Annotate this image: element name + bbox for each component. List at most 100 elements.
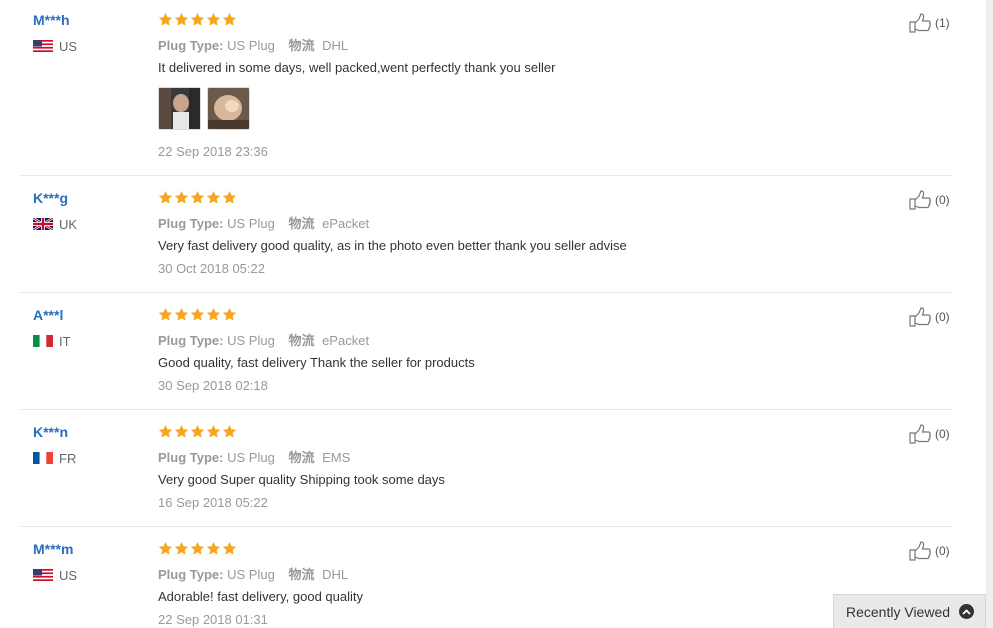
review-text: Very good Super quality Shipping took so… — [158, 472, 445, 487]
plug-type-value: US Plug — [227, 216, 275, 231]
star-icon — [222, 307, 237, 321]
plug-type-value: US Plug — [227, 333, 275, 348]
scrollbar-track[interactable] — [986, 0, 993, 628]
us-flag-icon — [33, 40, 53, 52]
star-icon — [206, 307, 221, 321]
star-icon — [190, 424, 205, 438]
star-icon — [222, 12, 237, 26]
france-flag-icon — [33, 452, 53, 464]
star-icon — [158, 190, 173, 204]
logistics-label: 物流 — [288, 450, 315, 465]
rating-stars — [158, 12, 237, 28]
order-info: Plug Type: US Plug 物流 ePacket — [158, 330, 379, 349]
star-icon — [206, 424, 221, 438]
italy-flag-icon — [33, 335, 53, 347]
review-date: 30 Oct 2018 05:22 — [158, 261, 265, 276]
thumbs-up-icon — [909, 307, 931, 327]
helpful-button[interactable]: (0) — [909, 307, 950, 327]
star-icon — [158, 541, 173, 555]
buyer-country: IT — [33, 333, 71, 349]
thumbs-up-icon — [909, 190, 931, 210]
review-date: 16 Sep 2018 05:22 — [158, 495, 268, 510]
order-info: Plug Type: US Plug 物流 ePacket — [158, 213, 379, 232]
order-info: Plug Type: US Plug 物流 EMS — [158, 447, 360, 466]
star-icon — [222, 541, 237, 555]
thumbs-up-icon — [909, 424, 931, 444]
rating-stars — [158, 541, 237, 557]
star-icon — [190, 12, 205, 26]
buyer-name[interactable]: K***g — [33, 190, 68, 206]
star-icon — [190, 190, 205, 204]
recently-viewed-button[interactable]: Recently Viewed — [833, 594, 986, 628]
buyer-country: US — [33, 567, 77, 583]
star-icon — [222, 190, 237, 204]
star-icon — [174, 541, 189, 555]
logistics-label: 物流 — [288, 333, 315, 348]
helpful-button[interactable]: (0) — [909, 541, 950, 561]
buyer-name[interactable]: M***m — [33, 541, 73, 557]
country-code: US — [59, 567, 78, 583]
helpful-count: (0) — [935, 544, 950, 558]
rating-stars — [158, 190, 237, 206]
helpful-button[interactable]: (0) — [909, 190, 950, 210]
uk-flag-icon — [33, 218, 53, 230]
country-code: US — [59, 38, 78, 54]
star-icon — [174, 307, 189, 321]
plug-type-label: Plug Type: — [158, 38, 224, 53]
divider — [20, 409, 952, 410]
plug-type-value: US Plug — [227, 450, 275, 465]
plug-type-label: Plug Type: — [158, 333, 224, 348]
review-date: 22 Sep 2018 01:31 — [158, 612, 268, 627]
star-icon — [158, 424, 173, 438]
thumbs-up-icon — [909, 541, 931, 561]
buyer-name[interactable]: M***h — [33, 12, 70, 28]
review-photo-thumbnail[interactable] — [207, 87, 250, 130]
logistics-value: DHL — [322, 567, 349, 582]
star-icon — [206, 12, 221, 26]
star-icon — [158, 12, 173, 26]
review-photo-thumbnail[interactable] — [158, 87, 201, 130]
review-item: M***m US Plug Type: US Plug 物流 DHL Adora… — [0, 528, 952, 628]
review-item: M***h US Plug Type: US Plug 物流 DHL It de… — [0, 0, 952, 176]
buyer-name[interactable]: K***n — [33, 424, 68, 440]
buyer-name[interactable]: A***l — [33, 307, 63, 323]
review-item: K***g UK Plug Type: US Plug 物流 ePacket V… — [0, 177, 952, 293]
logistics-label: 物流 — [288, 216, 315, 231]
star-icon — [190, 307, 205, 321]
country-code: IT — [59, 333, 71, 349]
order-info: Plug Type: US Plug 物流 DHL — [158, 564, 358, 583]
star-icon — [206, 190, 221, 204]
divider — [20, 175, 952, 176]
helpful-count: (1) — [935, 16, 950, 30]
country-code: FR — [59, 450, 77, 466]
star-icon — [190, 541, 205, 555]
logistics-label: 物流 — [288, 567, 315, 582]
helpful-button[interactable]: (0) — [909, 424, 950, 444]
plug-type-value: US Plug — [227, 38, 275, 53]
order-info: Plug Type: US Plug 物流 DHL — [158, 35, 358, 54]
divider — [20, 292, 952, 293]
star-icon — [174, 424, 189, 438]
plug-type-label: Plug Type: — [158, 216, 224, 231]
star-icon — [158, 307, 173, 321]
logistics-value: DHL — [322, 38, 349, 53]
review-text: Good quality, fast delivery Thank the se… — [158, 355, 475, 370]
review-text: Very fast delivery good quality, as in t… — [158, 238, 627, 253]
star-icon — [174, 190, 189, 204]
review-date: 30 Sep 2018 02:18 — [158, 378, 268, 393]
rating-stars — [158, 424, 237, 440]
thumbs-up-icon — [909, 13, 931, 33]
review-item: K***n FR Plug Type: US Plug 物流 EMS Very … — [0, 411, 952, 527]
logistics-value: ePacket — [322, 333, 370, 348]
plug-type-value: US Plug — [227, 567, 275, 582]
helpful-count: (0) — [935, 193, 950, 207]
country-code: UK — [59, 216, 78, 232]
review-text: Adorable! fast delivery, good quality — [158, 589, 363, 604]
rating-stars — [158, 307, 237, 323]
helpful-count: (0) — [935, 427, 950, 441]
helpful-button[interactable]: (1) — [909, 13, 950, 33]
plug-type-label: Plug Type: — [158, 567, 224, 582]
buyer-country: FR — [33, 450, 76, 466]
us-flag-icon — [33, 569, 53, 581]
review-photos — [158, 87, 250, 130]
